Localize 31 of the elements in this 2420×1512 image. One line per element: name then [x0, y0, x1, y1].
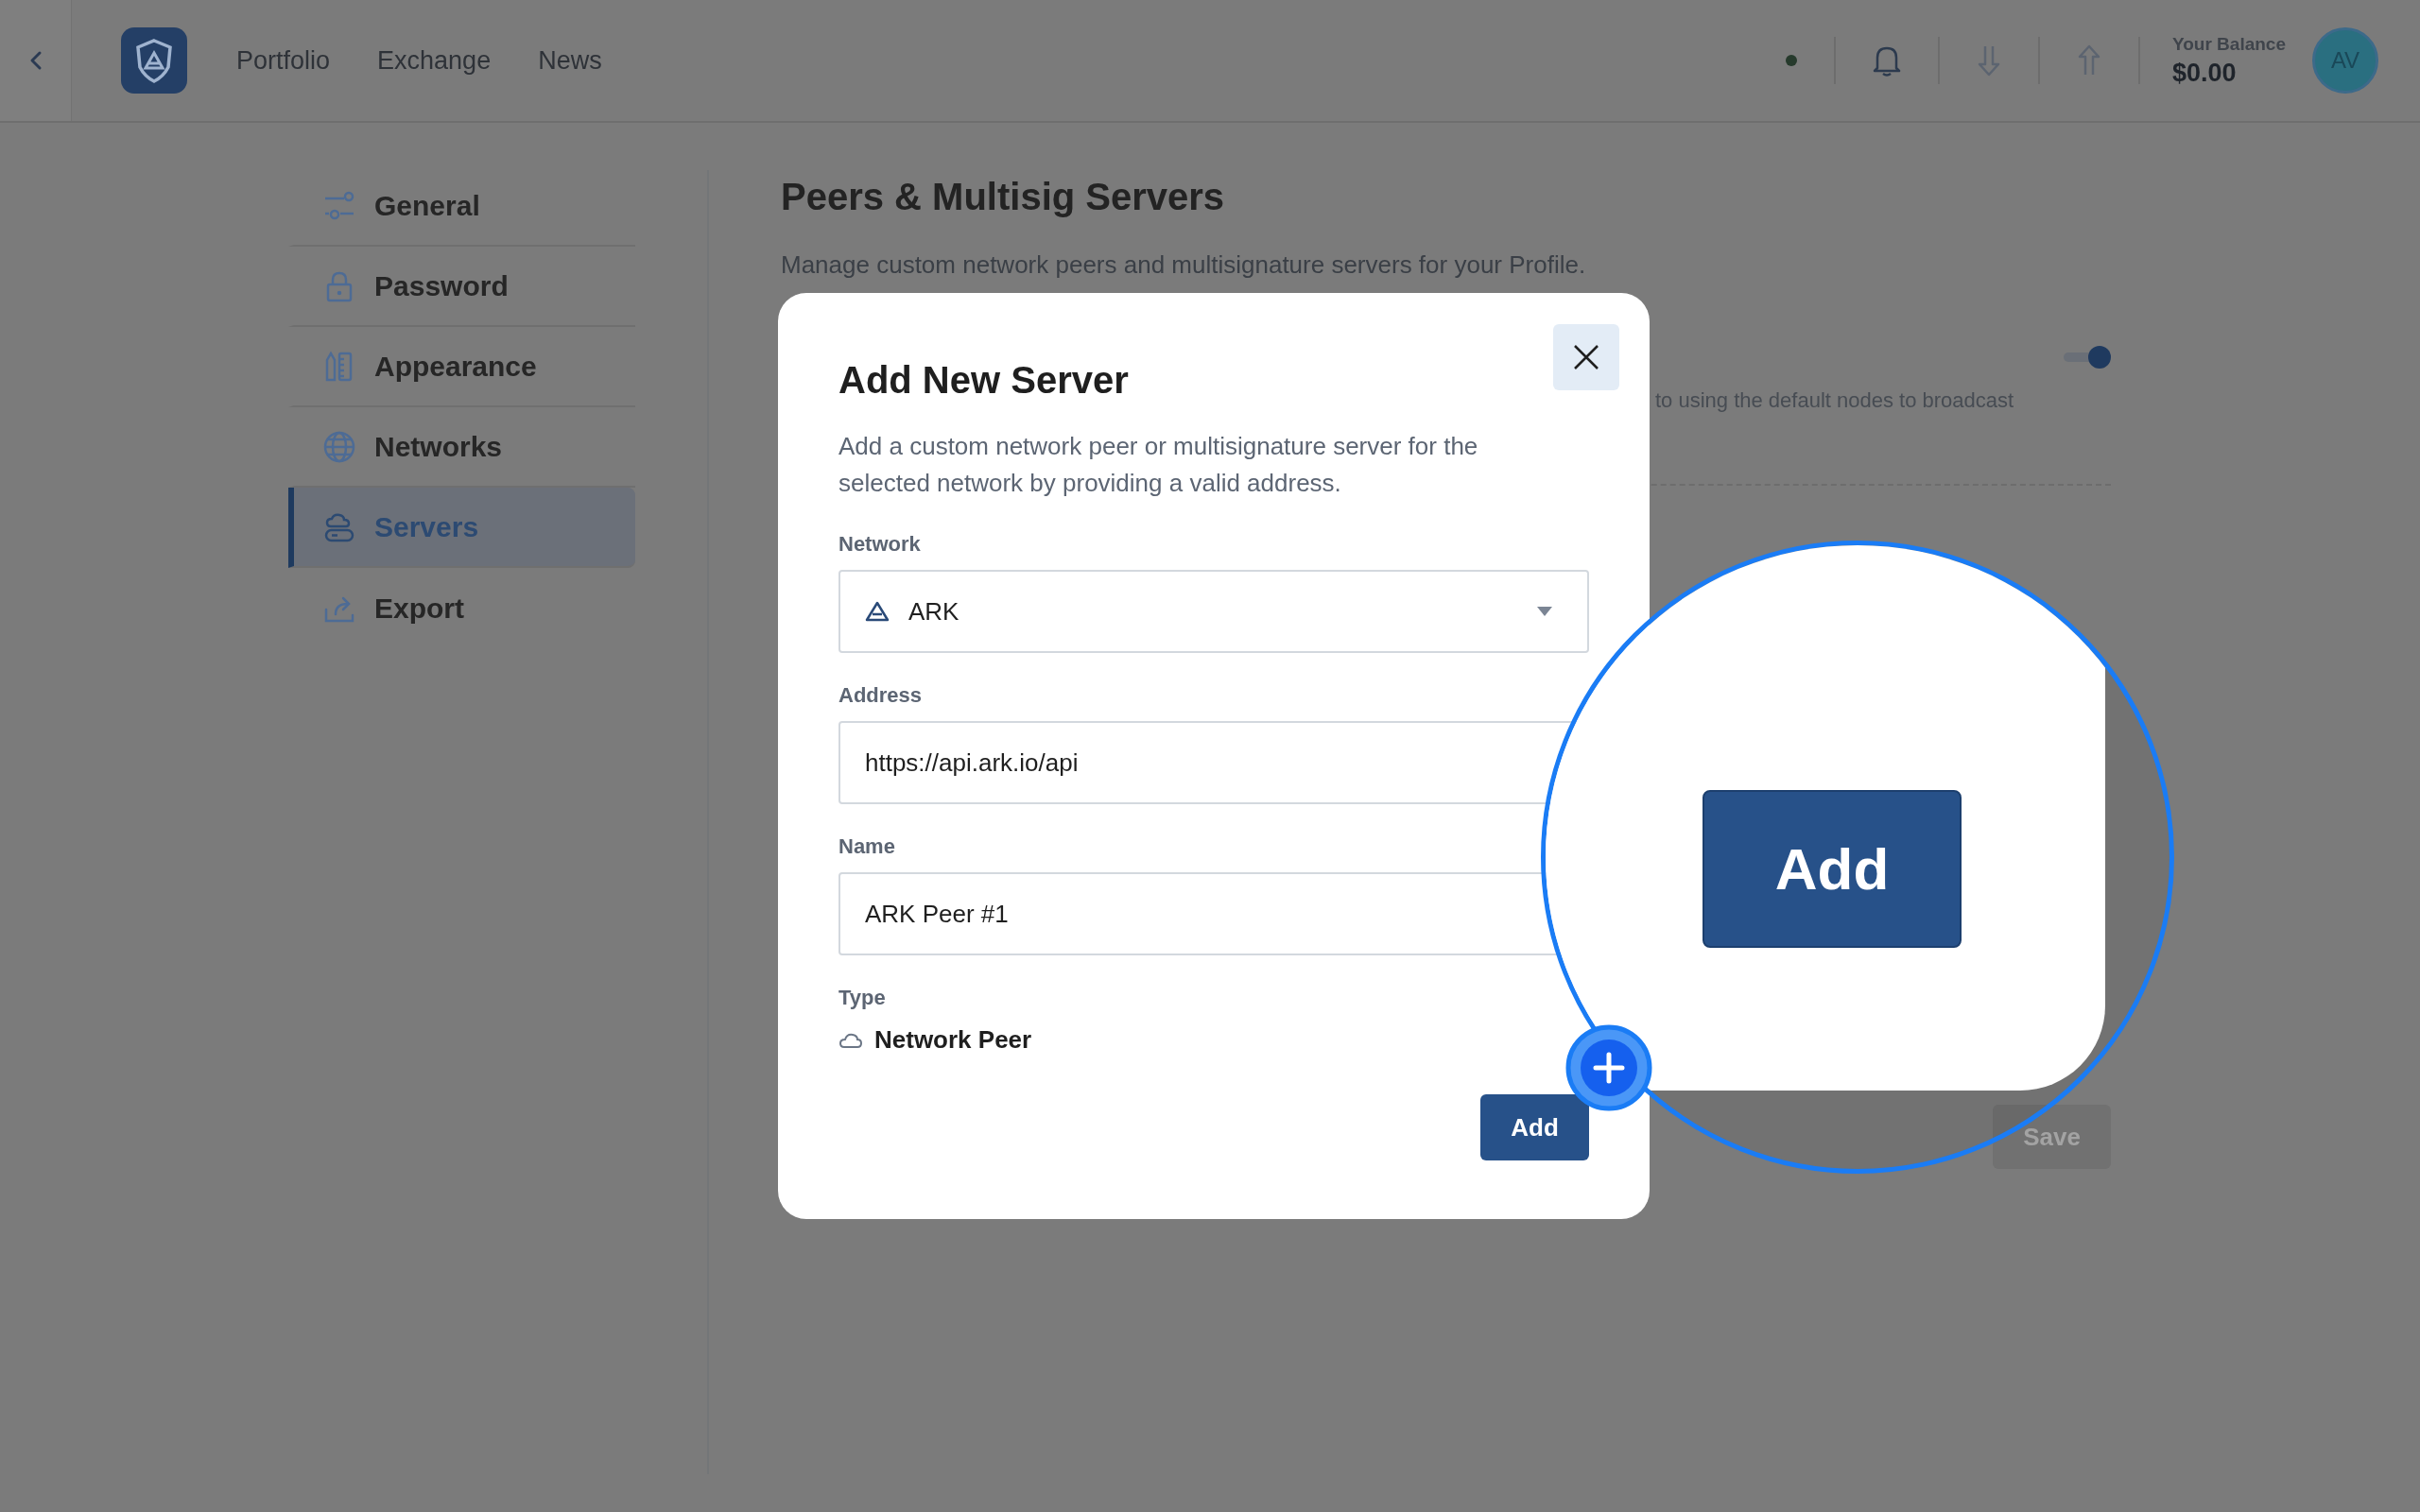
page-title: Peers & Multisig Servers [781, 176, 1226, 218]
globe-icon [323, 430, 355, 463]
close-icon [1572, 343, 1600, 371]
page-description: Manage custom network peers and multisignature servers for your Profile. [781, 250, 1587, 280]
sidebar-item[interactable]: Appearance [288, 327, 635, 407]
nav-link[interactable]: Portfolio [236, 45, 331, 76]
field-label: Type [838, 986, 887, 1010]
sidebar-item[interactable]: General [288, 166, 635, 247]
cloud-icon [838, 1031, 863, 1049]
modal-title: Add New Server [838, 359, 1130, 402]
sliders-icon [323, 189, 355, 222]
sidebar-item[interactable]: Password [288, 247, 635, 327]
sidebar-item[interactable]: Servers [288, 488, 635, 568]
sidebar-item[interactable]: Export [288, 568, 635, 648]
type-value: Network Peer [874, 1025, 1032, 1055]
add-button[interactable]: Add [1480, 1094, 1589, 1160]
balance-value: $0.00 [2171, 58, 2238, 88]
modal-description: Add a custom network peer or multisignature server for the selected network by providing a valid address. [838, 431, 1479, 499]
nav-link[interactable]: Exchange [377, 45, 492, 76]
field-label: Name [838, 834, 896, 859]
add-button[interactable]: Add [1703, 790, 1962, 948]
network-select[interactable]: ARK [838, 570, 1589, 653]
close-button[interactable] [1553, 324, 1619, 390]
status-dot-icon [1784, 54, 1798, 67]
caret-down-icon [1536, 606, 1553, 617]
field-label: Network [838, 532, 922, 557]
nav-link[interactable]: News [538, 45, 602, 76]
field-label: Address [838, 683, 924, 708]
balance-label: Your Balance [2171, 33, 2286, 55]
logo-icon[interactable] [121, 27, 187, 94]
network-logo-icon [865, 601, 890, 622]
